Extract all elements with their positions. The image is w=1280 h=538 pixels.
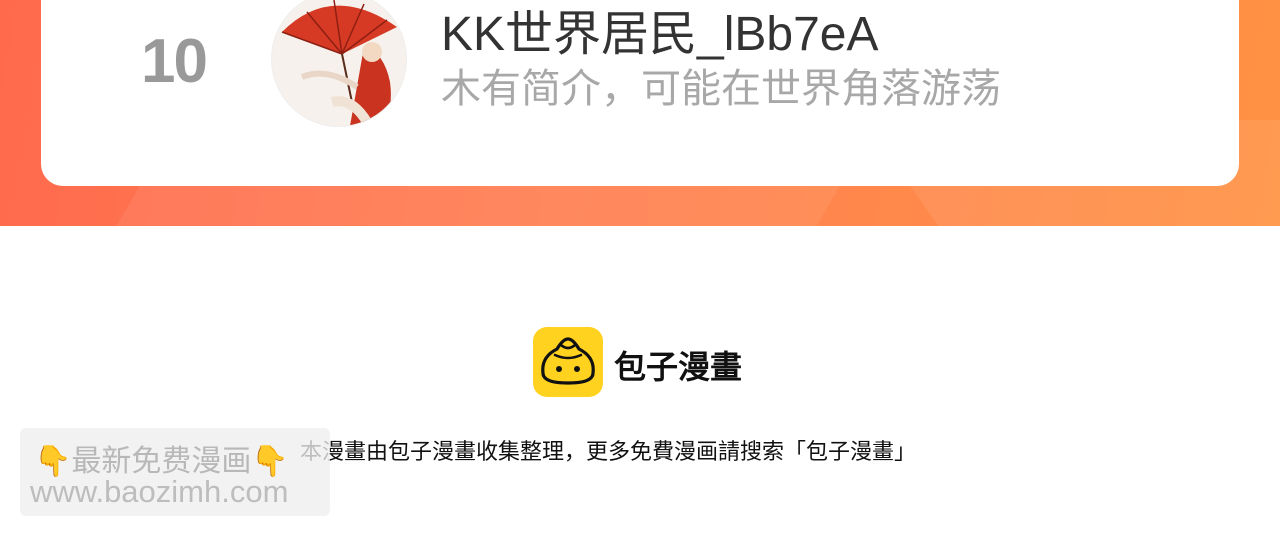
watermark-url: www.baozimh.com [30, 474, 289, 509]
user-bio: 木有简介，可能在世界角落游荡 [441, 66, 1001, 112]
rank-number: 10 [141, 27, 208, 96]
ranking-card[interactable]: 10 KK世界居民_lBb7eA 木有简介，可能在世界角落游荡 [41, 0, 1239, 186]
user-avatar[interactable] [271, 0, 407, 127]
page: 10 KK世界居民_lBb7eA 木有简介，可能在世界角落游荡 包子漫畫 本漫畫… [0, 0, 1280, 538]
brand-name: 包子漫畫 [614, 348, 743, 386]
baozi-logo-icon [533, 327, 603, 397]
user-name[interactable]: KK世界居民_lBb7eA [441, 0, 879, 64]
avatar-illustration [272, 0, 406, 126]
footer-note: 本漫畫由包子漫畫收集整理，更多免費漫画請搜索「包子漫畫」 [300, 440, 917, 465]
watermark: 👇最新免费漫画👇 www.baozimh.com [20, 428, 330, 516]
